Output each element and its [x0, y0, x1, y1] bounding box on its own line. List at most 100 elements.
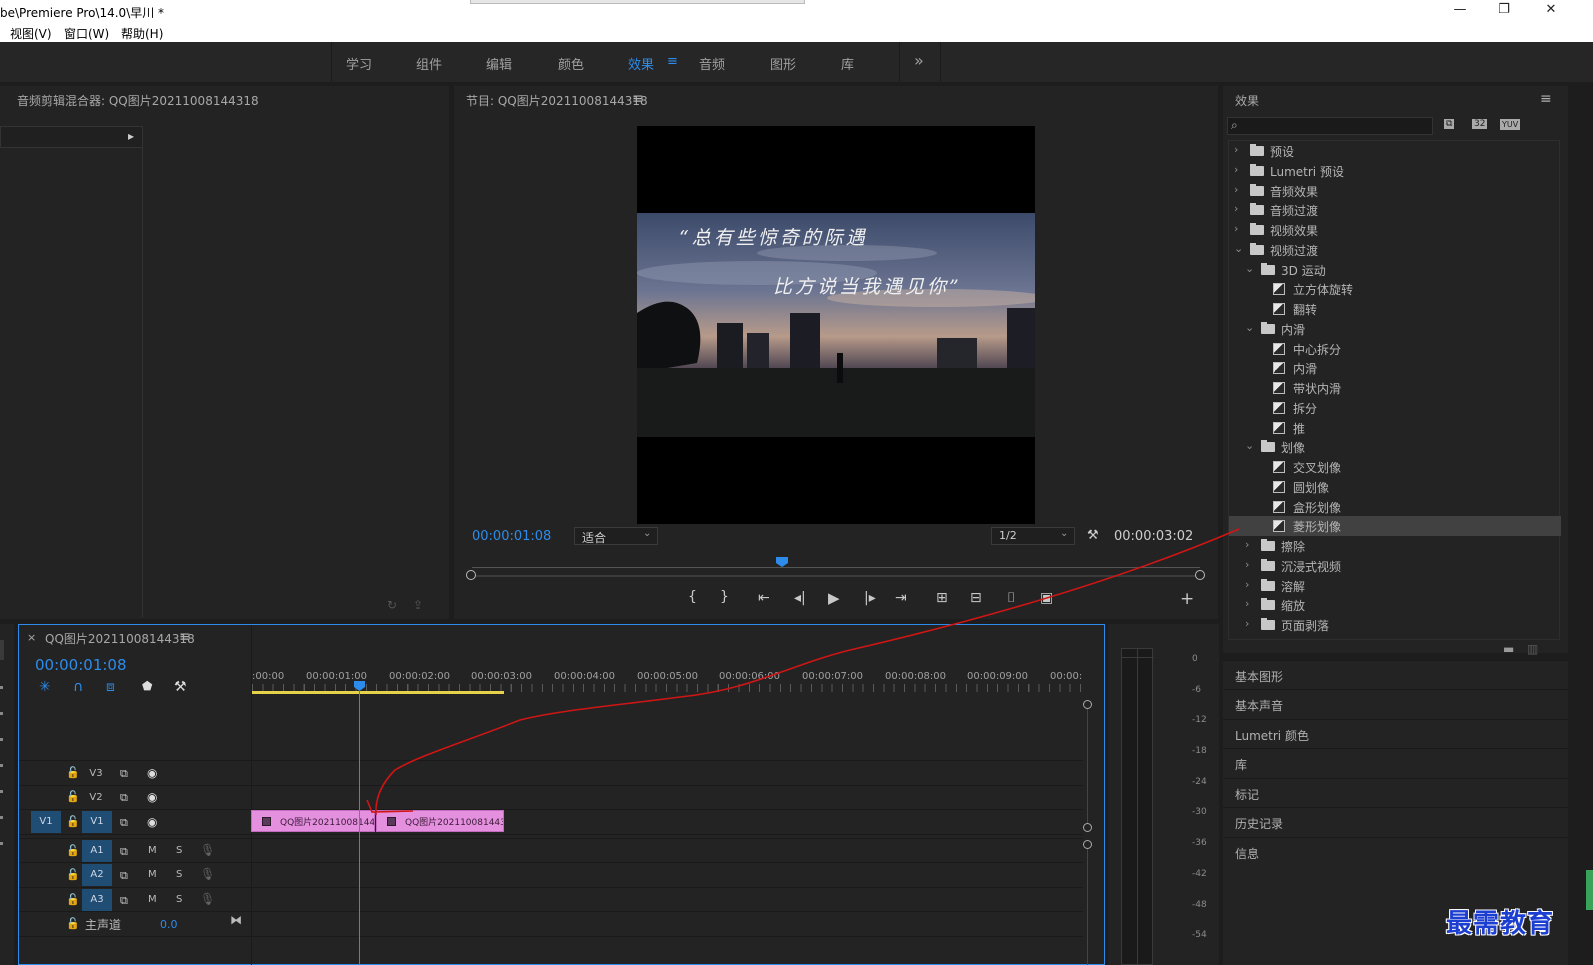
effect-tree-item[interactable]: › 页面剥落 [1229, 615, 1561, 635]
audio-scroll-handle[interactable] [1083, 840, 1092, 849]
effect-tree-item[interactable]: › 溶解 [1229, 576, 1561, 596]
restore-button[interactable]: ❐ [1484, 2, 1524, 17]
track-lock-icon[interactable]: 🔓 [66, 766, 80, 779]
chevron-right-icon[interactable]: › [1245, 597, 1249, 610]
sync-lock-film-icon[interactable]: ⧉ [120, 767, 128, 781]
chevron-down-icon[interactable]: ⌄ [1245, 262, 1254, 275]
workspace-effects[interactable]: 效果 [628, 54, 654, 73]
play-button[interactable]: ▶ [828, 589, 840, 607]
overwrite-button[interactable]: ⊟ [970, 590, 982, 606]
video-scroll-handle[interactable] [1083, 823, 1092, 832]
export-icon[interactable]: ⇪ [413, 598, 423, 612]
timeline-settings-wrench-icon[interactable]: ⚒ [174, 679, 187, 695]
tool-dot[interactable] [0, 764, 3, 767]
effect-tree-item[interactable]: › Lumetri 预设 [1229, 161, 1561, 181]
sync-lock-film-icon[interactable]: ⧉ [120, 894, 128, 908]
track-lock-icon[interactable]: 🔓 [66, 844, 80, 857]
sync-lock-film-icon[interactable]: ⧉ [120, 816, 128, 830]
comparison-view-button[interactable]: ▣ [1040, 590, 1053, 606]
accelerated-effects-filter-icon[interactable]: ⧉ [1444, 119, 1455, 129]
program-menu-icon[interactable]: ≡ [632, 91, 644, 107]
track-lock-icon[interactable]: 🔓 [66, 790, 80, 803]
zoom-scroll-bar[interactable] [476, 575, 1195, 577]
effects-menu-icon[interactable]: ≡ [1540, 91, 1552, 107]
sync-lock-film-icon[interactable]: ⧉ [120, 869, 128, 883]
tool-slot[interactable] [0, 640, 4, 660]
sync-lock-film-icon[interactable]: ⧉ [120, 791, 128, 805]
effect-tree-item[interactable]: › 音频效果 [1229, 181, 1561, 201]
mute-track-button[interactable]: M [148, 894, 157, 905]
workspace-overflow-icon[interactable]: » [914, 51, 924, 70]
menu-help[interactable]: 帮助(H) [121, 25, 163, 42]
workspace-graphics[interactable]: 图形 [770, 54, 796, 73]
mark-in-button[interactable]: { [688, 589, 697, 605]
effect-tree-item[interactable]: 内滑 [1229, 358, 1561, 378]
track-lock-icon[interactable]: 🔓 [66, 868, 80, 881]
effect-tree-item[interactable]: 菱形划像 [1229, 516, 1561, 537]
effect-tree-item[interactable]: 盒形划像 [1229, 497, 1561, 517]
workspace-color[interactable]: 颜色 [558, 54, 584, 73]
effect-tree-item[interactable]: 交叉划像 [1229, 457, 1561, 477]
effect-tree-item[interactable]: 立方体旋转 [1229, 279, 1561, 299]
effect-tree-item[interactable]: 中心拆分 [1229, 339, 1561, 359]
minimize-button[interactable]: — [1440, 2, 1480, 17]
effect-tree-item[interactable]: › 缩放 [1229, 595, 1561, 615]
workspace-libraries[interactable]: 库 [841, 54, 854, 73]
nest-sequence-icon[interactable]: ✳ [39, 679, 51, 695]
track-v1-label[interactable]: V1 [82, 811, 112, 833]
work-area-bar[interactable] [252, 691, 504, 694]
panel-lumetri-color[interactable]: Lumetri 颜色 [1223, 719, 1568, 748]
chevron-right-icon[interactable]: › [1234, 163, 1238, 176]
track-a3-label[interactable]: A3 [82, 889, 112, 911]
mute-track-button[interactable]: M [148, 845, 157, 856]
menu-window[interactable]: 窗口(W) [64, 25, 109, 42]
resolution-dropdown[interactable]: 1/2 ⌄ [991, 527, 1075, 545]
loop-icon[interactable]: ↻ [387, 598, 397, 612]
track-lock-icon[interactable]: 🔓 [66, 893, 80, 906]
chevron-down-icon[interactable]: ⌄ [1234, 242, 1243, 255]
track-lock-icon[interactable]: 🔓 [66, 917, 80, 930]
settings-wrench-icon[interactable]: ⚒ [1087, 528, 1099, 543]
fit-dropdown[interactable]: 适合 ⌄ [574, 527, 658, 545]
chevron-right-icon[interactable]: › [1234, 222, 1238, 235]
snap-magnet-icon[interactable]: ∩ [73, 679, 83, 695]
video-scroll-handle[interactable] [1083, 700, 1092, 709]
scrub-end-handle[interactable] [1195, 570, 1205, 580]
effect-tree-item[interactable]: 圆划像 [1229, 477, 1561, 497]
voiceover-mic-icon[interactable]: 🎙 [200, 892, 215, 906]
solo-track-button[interactable]: S [176, 845, 182, 856]
toggle-output-eye-icon[interactable]: ◉ [147, 766, 157, 780]
effects-search-input[interactable]: ⌕ [1227, 117, 1433, 135]
effect-tree-item[interactable]: › 音频过渡 [1229, 200, 1561, 220]
chevron-right-icon[interactable]: › [1234, 183, 1238, 196]
workspace-learn[interactable]: 学习 [346, 54, 372, 73]
timeline-close-icon[interactable]: × [27, 631, 36, 644]
effect-tree-item[interactable]: › 擦除 [1229, 536, 1561, 556]
step-forward-button[interactable]: |▸ [864, 590, 876, 606]
source-patch-v1[interactable]: V1 [31, 811, 61, 833]
master-expand-icon[interactable]: ⧓ [230, 913, 242, 927]
go-to-out-button[interactable]: ⇥ [895, 590, 907, 606]
effect-tree-item[interactable]: ⌄ 视频过渡 [1229, 240, 1561, 260]
solo-track-button[interactable]: S [176, 894, 182, 905]
chevron-down-icon[interactable]: ⌄ [1245, 321, 1254, 334]
track-a1-label[interactable]: A1 [82, 840, 112, 862]
panel-essential-sound[interactable]: 基本声音 [1223, 689, 1568, 718]
effect-tree-item[interactable]: › 沉浸式视频 [1229, 556, 1561, 576]
toggle-output-eye-icon[interactable]: ◉ [147, 790, 157, 804]
tool-dot[interactable] [0, 686, 3, 689]
new-bin-icon[interactable]: ▬ [1503, 642, 1514, 656]
menu-view[interactable]: 视图(V) [10, 25, 52, 42]
workspace-assembly[interactable]: 组件 [416, 54, 442, 73]
close-window-button[interactable]: ✕ [1531, 2, 1571, 17]
toggle-output-eye-icon[interactable]: ◉ [147, 815, 157, 829]
workspace-audio[interactable]: 音频 [699, 54, 725, 73]
master-volume-value[interactable]: 0.0 [160, 918, 178, 931]
mute-track-button[interactable]: M [148, 869, 157, 880]
timeline-tab-title[interactable]: QQ图片20211008144318 [45, 630, 195, 647]
chevron-right-icon[interactable]: › [1234, 143, 1238, 156]
chevron-down-icon[interactable]: ⌄ [1245, 439, 1254, 452]
panel-libraries[interactable]: 库 [1223, 748, 1568, 777]
tool-dot[interactable] [0, 816, 3, 819]
workspace-editing[interactable]: 编辑 [486, 54, 512, 73]
